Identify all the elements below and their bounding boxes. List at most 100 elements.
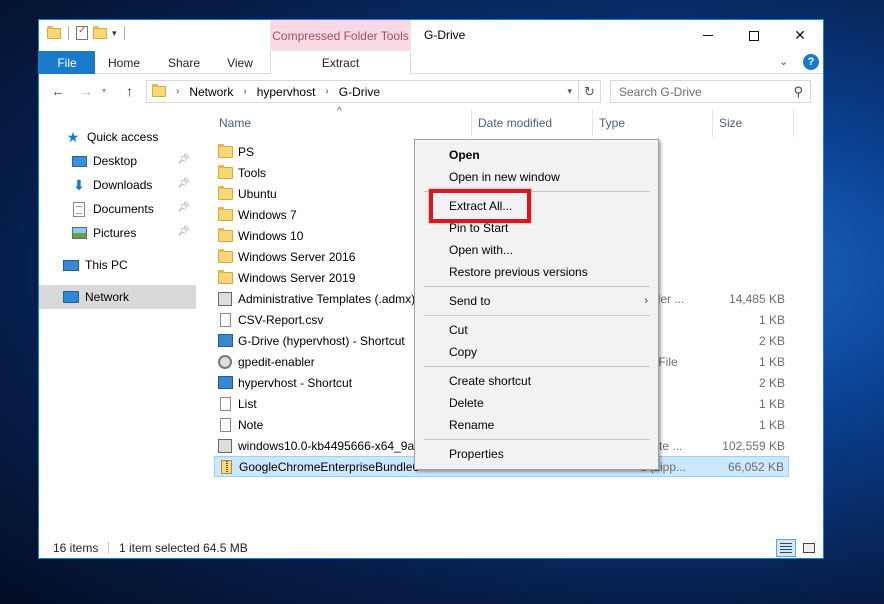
address-folder-icon bbox=[152, 84, 166, 97]
recent-locations-icon[interactable]: ▾ bbox=[102, 86, 106, 95]
documents-icon bbox=[71, 201, 87, 217]
folder-icon bbox=[217, 206, 233, 223]
refresh-icon[interactable]: ↻ bbox=[578, 81, 600, 102]
nav-item-documents[interactable]: Documents 📌︎ bbox=[71, 197, 196, 221]
menu-item-open[interactable]: Open bbox=[415, 144, 658, 166]
column-divider[interactable] bbox=[793, 109, 794, 137]
nav-item-this-pc[interactable]: This PC bbox=[63, 253, 196, 277]
file-name: gpedit-enabler bbox=[238, 354, 315, 369]
nav-item-label: Pictures bbox=[93, 226, 137, 240]
close-button[interactable]: ✕ bbox=[777, 20, 823, 51]
minimize-button[interactable] bbox=[685, 20, 731, 51]
shortcut-icon bbox=[217, 375, 233, 391]
breadcrumb-separator-icon[interactable]: › bbox=[176, 86, 179, 97]
quick-access-toolbar: ▾ bbox=[47, 25, 127, 40]
menu-item-copy[interactable]: Copy bbox=[415, 341, 658, 363]
tab-view[interactable]: View bbox=[215, 51, 265, 74]
status-separator bbox=[108, 542, 109, 554]
breadcrumb-g-drive[interactable]: G-Drive bbox=[339, 85, 380, 99]
file-name: Windows 7 bbox=[238, 207, 297, 222]
item-count: 16 items bbox=[53, 541, 99, 555]
breadcrumb-separator-icon[interactable]: › bbox=[325, 86, 328, 97]
menu-item-cut[interactable]: Cut bbox=[415, 319, 658, 341]
menu-separator bbox=[424, 286, 650, 287]
forward-arrow-icon[interactable]: → bbox=[79, 83, 93, 99]
menu-item-rename[interactable]: Rename bbox=[415, 414, 658, 436]
file-name: Tools bbox=[238, 165, 267, 180]
file-name: windows10.0-kb4495666-x64_9a38 bbox=[238, 438, 428, 453]
nav-item-network[interactable]: Network bbox=[39, 285, 196, 309]
back-arrow-icon[interactable]: ← bbox=[51, 83, 65, 99]
menu-item-properties[interactable]: Properties bbox=[415, 443, 658, 465]
pin-icon[interactable]: 📌︎ bbox=[177, 226, 190, 237]
maximize-button[interactable] bbox=[731, 20, 777, 51]
nav-item-label: Desktop bbox=[93, 154, 138, 168]
breadcrumb-separator-icon[interactable]: › bbox=[243, 86, 246, 97]
nav-item-pictures[interactable]: Pictures 📌︎ bbox=[71, 221, 196, 245]
menu-item-restore-previous-versions[interactable]: Restore previous versions bbox=[415, 261, 658, 283]
details-view-icon[interactable] bbox=[776, 539, 796, 557]
file-size: 14,485 KB bbox=[728, 291, 785, 306]
folder-icon bbox=[217, 185, 233, 202]
nav-item-downloads[interactable]: ⬇ Downloads 📌︎ bbox=[71, 173, 196, 197]
address-dropdown-icon[interactable]: ▾ bbox=[567, 86, 572, 97]
file-icon bbox=[217, 312, 233, 328]
status-bar: 16 items 1 item selected 64.5 MB bbox=[39, 538, 823, 558]
folder-icon bbox=[217, 248, 233, 265]
file-name: List bbox=[238, 396, 257, 411]
nav-item-label: Quick access bbox=[87, 130, 159, 144]
up-arrow-icon[interactable]: ↑ bbox=[126, 83, 133, 99]
pin-icon[interactable]: 📌︎ bbox=[177, 202, 190, 213]
ribbon-tabs: File Home Share View Extract ⌄ ? bbox=[39, 51, 823, 75]
this-pc-icon bbox=[63, 257, 79, 273]
breadcrumb-hypervhost[interactable]: hypervhost bbox=[257, 85, 316, 99]
navigation-bar: ← → ▾ ↑ › Network › hypervhost › G-Drive… bbox=[39, 75, 823, 109]
menu-item-open-new-window[interactable]: Open in new window bbox=[415, 166, 658, 188]
file-name: Note bbox=[238, 417, 264, 432]
address-bar[interactable]: › Network › hypervhost › G-Drive ▾ ↻ bbox=[146, 80, 601, 103]
selection-info: 1 item selected 64.5 MB bbox=[119, 541, 248, 555]
folder-icon bbox=[217, 269, 233, 286]
file-name: CSV-Report.csv bbox=[238, 312, 324, 327]
nav-item-desktop[interactable]: Desktop 📌︎ bbox=[71, 149, 196, 173]
file-name: hypervhost - Shortcut bbox=[238, 375, 353, 390]
tab-home[interactable]: Home bbox=[99, 51, 149, 74]
help-icon[interactable]: ? bbox=[803, 54, 819, 70]
file-name: GoogleChromeEnterpriseBundle6 bbox=[239, 459, 420, 474]
installer-icon bbox=[217, 291, 233, 307]
file-size: 1 KB bbox=[758, 312, 785, 327]
new-folder-icon[interactable] bbox=[93, 25, 107, 39]
breadcrumb-network[interactable]: Network bbox=[189, 85, 233, 99]
menu-separator bbox=[424, 315, 650, 316]
zip-icon bbox=[218, 459, 234, 475]
tab-file[interactable]: File bbox=[39, 51, 95, 74]
pin-icon[interactable]: 📌︎ bbox=[177, 154, 190, 165]
nav-item-label: Downloads bbox=[93, 178, 153, 192]
tab-share[interactable]: Share bbox=[159, 51, 209, 74]
menu-item-label: Send to bbox=[449, 294, 491, 308]
menu-separator bbox=[424, 439, 650, 440]
star-icon: ★ bbox=[66, 128, 80, 145]
folder-icon[interactable] bbox=[47, 25, 61, 39]
folder-icon bbox=[217, 164, 233, 181]
search-input[interactable]: Search G-Drive ⚲ bbox=[610, 80, 811, 103]
properties-icon[interactable] bbox=[76, 25, 88, 40]
menu-item-open-with[interactable]: Open with... bbox=[415, 239, 658, 261]
expand-ribbon-icon[interactable]: ⌄ bbox=[779, 55, 788, 68]
shortcut-icon bbox=[217, 333, 233, 349]
folder-icon bbox=[217, 143, 233, 160]
contextual-tab-group-label: Compressed Folder Tools bbox=[270, 20, 411, 51]
column-header-size[interactable]: Size bbox=[713, 109, 793, 137]
nav-item-quick-access[interactable]: ★ Quick access bbox=[65, 125, 196, 149]
window-title: G-Drive bbox=[424, 28, 466, 42]
customize-qat-icon[interactable]: ▾ bbox=[112, 28, 117, 39]
menu-item-send-to[interactable]: Send to › bbox=[415, 290, 658, 312]
tab-extract[interactable]: Extract bbox=[270, 51, 411, 75]
large-icons-view-icon[interactable] bbox=[799, 539, 819, 557]
menu-item-delete[interactable]: Delete bbox=[415, 392, 658, 414]
column-header-date-modified[interactable]: Date modified bbox=[472, 109, 592, 137]
pin-icon[interactable]: 📌︎ bbox=[177, 178, 190, 189]
column-header-name[interactable]: Name bbox=[213, 109, 471, 137]
menu-item-create-shortcut[interactable]: Create shortcut bbox=[415, 370, 658, 392]
column-header-type[interactable]: Type bbox=[593, 109, 712, 137]
